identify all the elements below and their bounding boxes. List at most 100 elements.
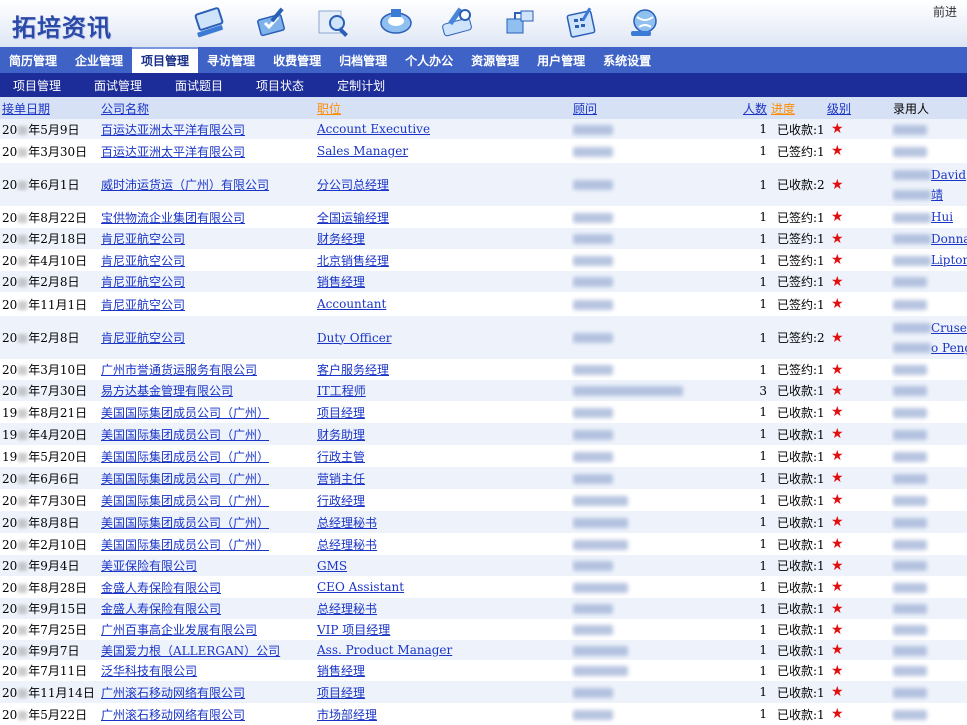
- company-link[interactable]: 肯尼亚航空公司: [101, 254, 185, 268]
- position-link[interactable]: IT工程师: [317, 384, 366, 398]
- sub-nav-item[interactable]: 面试题目: [162, 77, 243, 94]
- date-text: 年2月10日: [28, 537, 88, 552]
- sort-level-link[interactable]: 级别: [827, 102, 851, 116]
- sub-nav-item[interactable]: 面试管理: [81, 77, 162, 94]
- company-link[interactable]: 宝供物流企业集团有限公司: [101, 211, 245, 225]
- position-link[interactable]: 财务助理: [317, 428, 365, 442]
- position-link[interactable]: Duty Officer: [317, 331, 392, 345]
- hirer-link[interactable]: 靖: [931, 188, 943, 202]
- position-link[interactable]: Accountant: [317, 297, 386, 311]
- sort-progress-link[interactable]: 进度: [771, 102, 795, 116]
- sub-nav-item[interactable]: 定制计划: [324, 77, 405, 94]
- company-link[interactable]: 百运达亚洲太平洋有限公司: [101, 123, 245, 137]
- company-link[interactable]: 广州百事高企业发展有限公司: [101, 623, 257, 637]
- col-consultant[interactable]: 顾问: [571, 97, 737, 119]
- main-nav-item[interactable]: 企业管理: [66, 49, 132, 73]
- position-link[interactable]: 分公司总经理: [317, 178, 389, 192]
- company-link[interactable]: 美国国际集团成员公司（广州）: [101, 428, 269, 442]
- sort-consultant-link[interactable]: 顾问: [573, 102, 597, 116]
- sub-nav-item[interactable]: 项目管理: [0, 77, 81, 94]
- col-level[interactable]: 级别: [825, 97, 891, 119]
- company-link[interactable]: 美国国际集团成员公司（广州）: [101, 516, 269, 530]
- col-position[interactable]: 职位: [315, 97, 571, 119]
- hirer-link[interactable]: Cruse: [931, 321, 967, 335]
- company-link[interactable]: 百运达亚洲太平洋有限公司: [101, 145, 245, 159]
- network-icon[interactable]: [500, 4, 540, 40]
- tools-icon[interactable]: [438, 4, 478, 40]
- company-link[interactable]: 广州市誉通货运服务有限公司: [101, 363, 257, 377]
- position-link[interactable]: 北京销售经理: [317, 254, 389, 268]
- company-link[interactable]: 易方达基金管理有限公司: [101, 384, 233, 398]
- position-link[interactable]: 行政主管: [317, 450, 365, 464]
- main-nav-item[interactable]: 项目管理: [132, 47, 199, 73]
- position-link[interactable]: 总经理秘书: [317, 538, 377, 552]
- position-link[interactable]: 总经理秘书: [317, 602, 377, 616]
- table-row: 20 年11月14日 广州滚石移动网络有限公司 项目经理 1 已收款:1 ★: [0, 681, 967, 703]
- company-link[interactable]: 广州滚石移动网络有限公司: [101, 708, 245, 722]
- company-link[interactable]: 美国国际集团成员公司（广州）: [101, 406, 269, 420]
- hirer-link[interactable]: Donna: [931, 232, 967, 246]
- position-link[interactable]: Account Executive: [317, 122, 430, 136]
- sort-count-link[interactable]: 人数: [743, 102, 767, 116]
- calculator-icon[interactable]: [562, 4, 602, 40]
- position-link[interactable]: 项目经理: [317, 686, 365, 700]
- sort-company-link[interactable]: 公司名称: [101, 102, 149, 116]
- hirer-link[interactable]: o Peng: [931, 341, 967, 355]
- main-nav-item[interactable]: 系统设置: [594, 49, 660, 73]
- company-link[interactable]: 金盛人寿保险有限公司: [101, 602, 221, 616]
- position-link[interactable]: 市场部经理: [317, 708, 377, 722]
- sort-position-link[interactable]: 职位: [317, 102, 341, 116]
- company-link[interactable]: 肯尼亚航空公司: [101, 232, 185, 246]
- col-progress[interactable]: 进度: [769, 97, 825, 119]
- col-company[interactable]: 公司名称: [99, 97, 315, 119]
- forward-link[interactable]: 前进: [933, 3, 957, 20]
- main-nav-item[interactable]: 用户管理: [528, 49, 594, 73]
- position-link[interactable]: 项目经理: [317, 406, 365, 420]
- position-link[interactable]: GMS: [317, 559, 347, 573]
- position-link[interactable]: 总经理秘书: [317, 516, 377, 530]
- company-link[interactable]: 肯尼亚航空公司: [101, 275, 185, 289]
- position-link[interactable]: 全国运输经理: [317, 211, 389, 225]
- hirer-link[interactable]: David: [931, 168, 966, 182]
- company-link[interactable]: 威时沛运货运（广州）有限公司: [101, 178, 269, 192]
- position-link[interactable]: 客户服务经理: [317, 363, 389, 377]
- col-date[interactable]: 接单日期: [0, 97, 99, 119]
- position-link[interactable]: 行政经理: [317, 494, 365, 508]
- position-link[interactable]: 销售经理: [317, 664, 365, 678]
- main-nav-item[interactable]: 归档管理: [330, 49, 396, 73]
- company-link[interactable]: 美国国际集团成员公司（广州）: [101, 450, 269, 464]
- company-link[interactable]: 美国爱力根（ALLERGAN）公司: [101, 644, 280, 658]
- table-row: 20 年7月25日 广州百事高企业发展有限公司 VIP 项目经理 1 已收款:1 ★: [0, 619, 967, 640]
- main-nav-item[interactable]: 个人办公: [396, 49, 462, 73]
- globe-icon[interactable]: [624, 4, 664, 40]
- company-link[interactable]: 金盛人寿保险有限公司: [101, 581, 221, 595]
- hirer-link[interactable]: Hui: [931, 210, 953, 224]
- company-link[interactable]: 美亚保险有限公司: [101, 559, 197, 573]
- sub-nav-item[interactable]: 项目状态: [243, 77, 324, 94]
- position-link[interactable]: 财务经理: [317, 232, 365, 246]
- position-link[interactable]: Sales Manager: [317, 144, 408, 158]
- pen-check-icon[interactable]: [252, 4, 292, 40]
- company-link[interactable]: 泛华科技有限公司: [101, 664, 197, 678]
- main-nav-item[interactable]: 资源管理: [462, 49, 528, 73]
- company-link[interactable]: 广州滚石移动网络有限公司: [101, 686, 245, 700]
- company-link[interactable]: 肯尼亚航空公司: [101, 298, 185, 312]
- main-nav-item[interactable]: 收费管理: [264, 49, 330, 73]
- disk-icon[interactable]: [376, 4, 416, 40]
- position-link[interactable]: CEO Assistant: [317, 580, 404, 594]
- company-link[interactable]: 美国国际集团成员公司（广州）: [101, 472, 269, 486]
- main-nav-item[interactable]: 简历管理: [0, 49, 66, 73]
- company-link[interactable]: 肯尼亚航空公司: [101, 331, 185, 345]
- position-link[interactable]: 营销主任: [317, 472, 365, 486]
- main-nav-item[interactable]: 寻访管理: [198, 49, 264, 73]
- position-link[interactable]: Ass. Product Manager: [317, 643, 452, 657]
- position-link[interactable]: 销售经理: [317, 275, 365, 289]
- computer-icon[interactable]: [190, 4, 230, 40]
- position-link[interactable]: VIP 项目经理: [317, 623, 390, 637]
- col-count[interactable]: 人数: [737, 97, 769, 119]
- company-link[interactable]: 美国国际集团成员公司（广州）: [101, 538, 269, 552]
- sort-date-link[interactable]: 接单日期: [2, 102, 50, 116]
- company-link[interactable]: 美国国际集团成员公司（广州）: [101, 494, 269, 508]
- magnify-document-icon[interactable]: [314, 4, 354, 40]
- hirer-link[interactable]: Lipton: [931, 253, 967, 267]
